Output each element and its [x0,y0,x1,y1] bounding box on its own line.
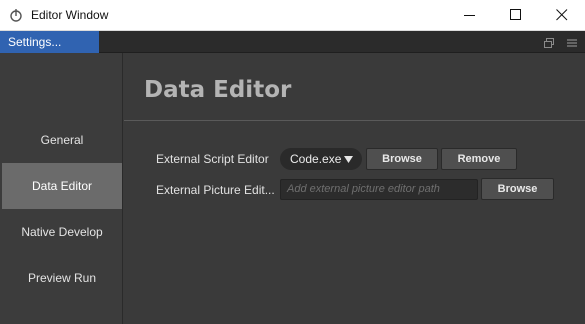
picture-editor-browse-button[interactable]: Browse [481,178,554,200]
script-editor-remove-button[interactable]: Remove [441,148,517,170]
picture-editor-path-input[interactable]: Add external picture editor path [280,179,478,200]
sidebar-item-preview-run[interactable]: Preview Run [2,255,122,301]
sidebar-item-general[interactable]: General [2,117,122,163]
window-titlebar: Editor Window [0,0,585,31]
tab-strip: Settings... [0,31,585,53]
minimize-icon [464,15,475,16]
main-panel: Data Editor External Script Editor Code.… [124,53,585,324]
title-divider [124,120,585,121]
settings-sidebar: General Data Editor Native Develop Previ… [0,53,123,324]
script-editor-label: External Script Editor [156,152,269,166]
maximize-button[interactable] [493,0,539,31]
picture-editor-label: External Picture Edit... [156,183,275,197]
app-logo-icon [9,7,23,23]
script-editor-selected-value: Code.exe [290,152,342,166]
page-title: Data Editor [144,77,292,103]
window-title: Editor Window [31,8,109,22]
restore-window-icon[interactable] [543,36,555,48]
tab-settings[interactable]: Settings... [0,31,99,53]
sidebar-item-data-editor[interactable]: Data Editor [2,163,122,209]
caret-down-icon [344,156,353,163]
close-button[interactable] [539,0,585,31]
minimize-button[interactable] [447,0,493,31]
maximize-icon [510,9,521,20]
script-editor-browse-button[interactable]: Browse [366,148,438,170]
menu-icon[interactable] [566,36,578,48]
script-editor-select[interactable]: Code.exe [280,148,362,170]
sidebar-item-native-develop[interactable]: Native Develop [2,209,122,255]
close-icon [556,9,568,21]
